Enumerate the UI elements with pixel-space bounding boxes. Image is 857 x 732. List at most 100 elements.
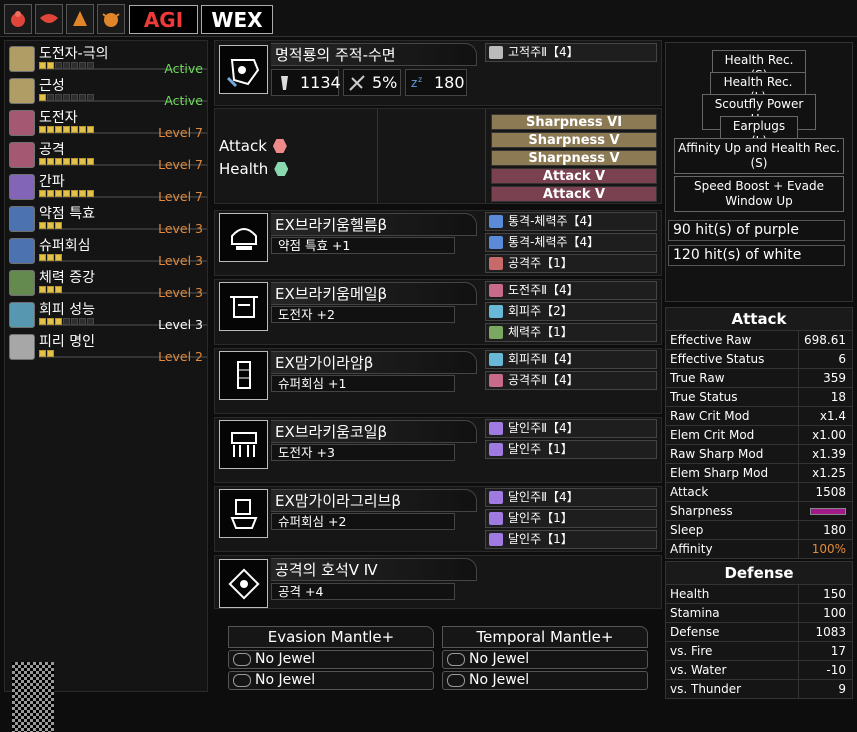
skill-row[interactable]: 도전자 Level 7	[7, 107, 207, 140]
jewel-icon	[489, 353, 503, 366]
armor-slot[interactable]: 공격주Ⅱ【4】	[485, 371, 657, 390]
attack-table-title: Attack	[666, 308, 852, 330]
skill-level: Level 3	[158, 285, 203, 300]
stat-row: Sharpness	[666, 501, 852, 520]
skill-name: 도전자-극의	[39, 46, 109, 62]
skill-row[interactable]: 슈퍼회심 Level 3	[7, 235, 207, 268]
svg-text:z: z	[411, 76, 417, 90]
armor-slot[interactable]: 회피주Ⅱ【4】	[485, 350, 657, 369]
armor-name: EX맘가이라암β	[271, 351, 477, 374]
slot-label: 통격-체력주【4】	[508, 214, 600, 228]
charm-icon	[219, 559, 268, 608]
armor-card[interactable]: EX브라키움코일β 도전자 +3 달인주Ⅱ【4】 달인주【1】	[214, 417, 662, 483]
skill-row[interactable]: 근성 Active	[7, 75, 207, 108]
skill-pip	[55, 158, 62, 165]
armor-slot[interactable]: 달인주【1】	[485, 530, 657, 549]
sleep-icon: zz	[410, 74, 428, 92]
monster-icon-1[interactable]	[4, 4, 32, 34]
jewel-icon	[489, 374, 503, 387]
skill-row[interactable]: 약점 특효 Level 3	[7, 203, 207, 236]
mantle-jewel-slot[interactable]: No Jewel	[442, 671, 648, 690]
stat-value: 180	[798, 521, 852, 539]
stat-value: x1.4	[798, 407, 852, 425]
skill-pip	[39, 254, 46, 261]
mantle-jewel-slot[interactable]: No Jewel	[442, 650, 648, 669]
armor-slot[interactable]: 달인주【1】	[485, 509, 657, 528]
skill-row[interactable]: 체력 증강 Level 3	[7, 267, 207, 300]
leg-icon	[219, 489, 268, 538]
stat-label: Affinity	[670, 542, 713, 556]
armor-slot[interactable]: 공격주【1】	[485, 254, 657, 273]
slot-label: 도전주Ⅱ【4】	[508, 283, 579, 297]
note-hexagon-icon	[272, 139, 287, 153]
armor-name: EX브라키움코일β	[271, 420, 477, 443]
skill-icon	[9, 270, 35, 296]
armor-name: EX브라키움헬름β	[271, 213, 477, 236]
weapon-affinity: 5%	[343, 69, 401, 96]
stat-value: x1.25	[798, 464, 852, 482]
mantle-jewel-slot[interactable]: No Jewel	[228, 671, 434, 690]
slot-label: 달인주【1】	[508, 532, 573, 546]
armor-card[interactable]: EX브라키움헬름β 약점 특효 +1 통격-체력주【4】 통격-체력주【4】 공격주【1…	[214, 210, 662, 276]
armor-skill: 슈퍼회심 +2	[271, 513, 455, 530]
slot-label: 달인주Ⅱ【4】	[508, 490, 579, 504]
skill-pip	[87, 158, 94, 165]
armor-skill: 도전자 +3	[271, 444, 455, 461]
mantle-name[interactable]: Temporal Mantle+	[442, 626, 648, 648]
armor-card[interactable]: EX맘가이라그리브β 슈퍼회심 +2 달인주Ⅱ【4】 달인주【1】 달인주【1】	[214, 486, 662, 552]
skill-icon	[9, 302, 35, 328]
song-label: Health	[219, 160, 269, 178]
skill-pip	[39, 286, 46, 293]
skill-row[interactable]: 회피 성능 Level 3	[7, 299, 207, 332]
skill-row[interactable]: 공격 Level 7	[7, 139, 207, 172]
monster-icon-2[interactable]	[35, 4, 63, 34]
skill-row[interactable]: 간파 Level 7	[7, 171, 207, 204]
armor-slot[interactable]: 달인주Ⅱ【4】	[485, 488, 657, 507]
stat-value: x1.39	[798, 445, 852, 463]
stat-row: True Raw 359	[666, 368, 852, 387]
armor-card[interactable]: EX맘가이라암β 슈퍼회심 +1 회피주Ⅱ【4】 공격주Ⅱ【4】	[214, 348, 662, 414]
stat-row: Effective Status 6	[666, 349, 852, 368]
agi-tag[interactable]: AGI	[129, 5, 198, 34]
skill-name: 도전자	[39, 110, 78, 126]
stat-label: True Raw	[670, 371, 725, 385]
stat-value: 150	[798, 585, 852, 603]
armor-slot[interactable]: 달인주Ⅱ【4】	[485, 419, 657, 438]
jewel-icon	[489, 305, 503, 318]
jewel-label: No Jewel	[255, 672, 316, 688]
jewel-icon	[489, 491, 503, 504]
skill-row[interactable]: 도전자-극의 Active	[7, 43, 207, 76]
skill-icon	[9, 174, 35, 200]
skill-pip	[47, 286, 54, 293]
armor-slot[interactable]: 체력주【1】	[485, 323, 657, 342]
mantle-jewel-slot[interactable]: No Jewel	[228, 650, 434, 669]
skill-pip	[79, 126, 86, 133]
armor-slot[interactable]: 통격-체력주【4】	[485, 212, 657, 231]
skill-level: Active	[164, 93, 203, 108]
skill-pip	[47, 62, 54, 69]
monster-icon-4[interactable]	[97, 4, 125, 34]
armor-slot[interactable]: 통격-체력주【4】	[485, 233, 657, 252]
skill-row[interactable]: 피리 명인 Level 2	[7, 331, 207, 364]
skill-pip	[39, 94, 46, 101]
skill-pip	[47, 126, 54, 133]
armor-slot[interactable]: 도전주Ⅱ【4】	[485, 281, 657, 300]
weapon-card[interactable]: 명적룡의 주적-수면 1134 5% z z 180 고적주Ⅱ【4】	[214, 40, 662, 106]
armor-slot[interactable]: 달인주【1】	[485, 440, 657, 459]
stat-value	[798, 502, 852, 520]
monster-icon-3[interactable]	[66, 4, 94, 34]
stat-row: Elem Sharp Mod x1.25	[666, 463, 852, 482]
jewel-icon	[489, 443, 503, 456]
charm-card[interactable]: 공격의 호석Ⅴ Ⅳ 공격 +4	[214, 555, 662, 609]
skill-pip	[79, 62, 86, 69]
slot-label: 체력주【1】	[508, 325, 573, 339]
skill-pip	[63, 190, 70, 197]
stat-row: Raw Sharp Mod x1.39	[666, 444, 852, 463]
wex-tag[interactable]: WEX	[201, 5, 273, 34]
armor-card[interactable]: EX브라키움메일β 도전자 +2 도전주Ⅱ【4】 회피주【2】 체력주【1】	[214, 279, 662, 345]
stat-label: Elem Sharp Mod	[670, 466, 769, 480]
slot-label: 달인주Ⅱ【4】	[508, 421, 579, 435]
armor-slot[interactable]: 회피주【2】	[485, 302, 657, 321]
mantle-name[interactable]: Evasion Mantle+	[228, 626, 434, 648]
weapon-slot[interactable]: 고적주Ⅱ【4】	[485, 43, 657, 62]
